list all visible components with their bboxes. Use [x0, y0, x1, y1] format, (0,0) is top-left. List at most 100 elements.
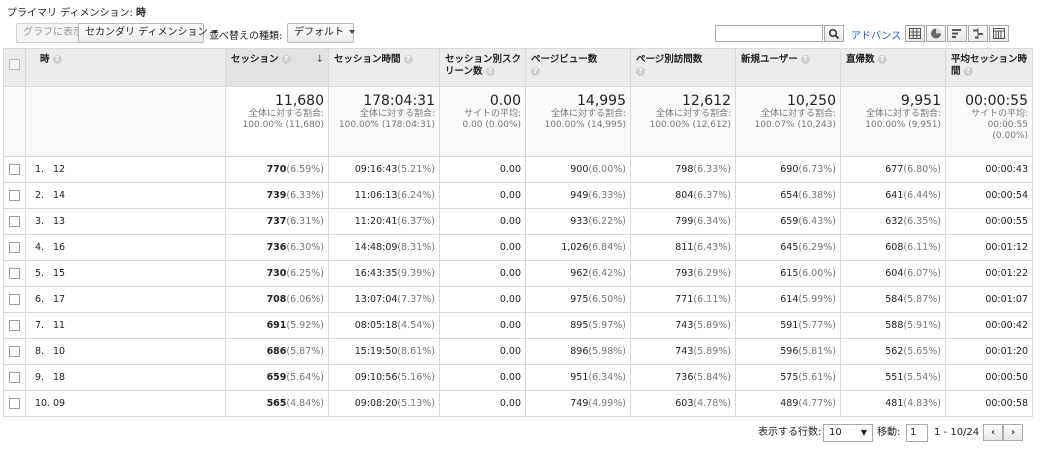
hour-value[interactable]: 15: [53, 268, 65, 279]
search-icon: [828, 28, 840, 40]
help-icon[interactable]: ?: [485, 67, 495, 76]
column-header-unique-pageviews[interactable]: ページ別訪問数?: [630, 48, 736, 87]
hour-value[interactable]: 18: [53, 372, 65, 383]
unique-pageviews-cell: 743(5.89%): [630, 338, 736, 365]
screens-per-session-cell: 0.00: [439, 208, 526, 235]
bounces-cell: 481(4.83%): [840, 390, 946, 417]
row-checkbox[interactable]: [9, 398, 20, 409]
help-icon[interactable]: ?: [281, 55, 291, 64]
row-checkbox[interactable]: [9, 372, 20, 383]
hour-cell: 3. 13: [25, 208, 226, 235]
table-row[interactable]: 5. 15 730(6.25%) 16:43:35(9.39%) 0.00 962(6.4…: [3, 260, 1033, 287]
table-row[interactable]: 1. 12 770(6.59%) 09:16:43(5.21%) 0.00 900(6.0…: [3, 156, 1033, 183]
table-row[interactable]: 3. 13 737(6.31%) 11:20:41(6.37%) 0.00 933(6.2…: [3, 208, 1033, 235]
total-value: 178:04:31: [363, 93, 435, 109]
secondary-dimension-dropdown[interactable]: セカンダリ ディメンション: [78, 23, 219, 43]
session-duration-cell: 08:05:18(4.54%): [328, 312, 440, 339]
row-checkbox-cell: [3, 338, 26, 365]
primary-dimension-value[interactable]: 時: [136, 8, 146, 19]
table-row[interactable]: 9. 18 659(5.64%) 09:10:56(5.16%) 0.00 951(6.3…: [3, 364, 1033, 391]
table-row[interactable]: 7. 11 691(5.92%) 08:05:18(4.54%) 0.00 895(5.9…: [3, 312, 1033, 339]
goto-page-input[interactable]: 1: [906, 424, 928, 442]
pivot-view-button[interactable]: [989, 25, 1009, 42]
total-detail: 100.00% (11,680): [242, 120, 324, 130]
pie-chart-icon: [931, 28, 941, 39]
table-row[interactable]: 8. 10 686(5.87%) 15:19:50(8.61%) 0.00 896(5.9…: [3, 338, 1033, 365]
hour-value[interactable]: 12: [53, 164, 65, 175]
table-search-input[interactable]: [715, 25, 823, 42]
row-checkbox[interactable]: [9, 190, 20, 201]
column-header-screens-per-session[interactable]: セッション別スクリーン数?: [439, 48, 526, 87]
unique-pageviews-percent: (6.34%): [693, 216, 731, 227]
pageviews-percent: (4.99%): [588, 398, 626, 409]
row-index: 5.: [35, 268, 45, 279]
select-all-header: [3, 48, 26, 87]
table-row[interactable]: 4. 16 736(6.30%) 14:48:09(8.31%) 0.00 1,026(6…: [3, 234, 1033, 261]
row-checkbox[interactable]: [9, 216, 20, 227]
hour-value[interactable]: 10: [53, 346, 65, 357]
column-header-bounces[interactable]: 直帰数?: [840, 48, 946, 87]
performance-view-button[interactable]: [947, 25, 967, 42]
bounces-percent: (6.80%): [903, 164, 941, 175]
unique-pageviews-percent: (6.43%): [693, 242, 731, 253]
session-duration-cell: 11:20:41(6.37%): [328, 208, 440, 235]
search-button[interactable]: [824, 25, 844, 42]
pie-view-button[interactable]: [926, 25, 946, 42]
advanced-filter-link[interactable]: アドバンス: [851, 27, 901, 42]
help-icon[interactable]: ?: [963, 67, 973, 76]
table-view-button[interactable]: [905, 25, 925, 42]
unique-pageviews-value: 811: [675, 242, 694, 253]
session-duration-percent: (8.61%): [397, 346, 435, 357]
column-header-new-users[interactable]: 新規ユーザー?: [735, 48, 841, 87]
column-header-sessions[interactable]: セッション? ↓: [225, 48, 329, 87]
bounces-value: 608: [885, 242, 904, 253]
column-label: ページ別訪問数: [636, 54, 703, 65]
sort-type-dropdown[interactable]: デフォルト: [287, 23, 355, 43]
row-checkbox[interactable]: [9, 346, 20, 357]
hour-value[interactable]: 14: [53, 190, 65, 201]
pageviews-value: 933: [570, 216, 589, 227]
help-icon[interactable]: ?: [800, 55, 810, 64]
total-value: 12,612: [682, 93, 731, 109]
hour-value[interactable]: 11: [53, 320, 65, 331]
unique-pageviews-value: 798: [675, 164, 694, 175]
pageviews-cell: 1,026(6.84%): [525, 234, 631, 261]
new-users-cell: 645(6.29%): [735, 234, 841, 261]
hour-value[interactable]: 13: [53, 216, 65, 227]
row-checkbox[interactable]: [9, 242, 20, 253]
row-checkbox-cell: [3, 156, 26, 183]
hour-value[interactable]: 17: [53, 294, 65, 305]
screens-per-session-cell: 0.00: [439, 312, 526, 339]
previous-page-button[interactable]: ‹: [983, 424, 1003, 441]
column-header-avg-session-duration[interactable]: 平均セッション時間?: [945, 48, 1033, 87]
row-checkbox[interactable]: [9, 320, 20, 331]
bounces-percent: (5.91%): [903, 320, 941, 331]
bounces-cell: 584(5.87%): [840, 286, 946, 313]
help-icon[interactable]: ?: [403, 55, 413, 64]
row-checkbox[interactable]: [9, 294, 20, 305]
help-icon[interactable]: ?: [636, 67, 645, 76]
row-checkbox[interactable]: [9, 268, 20, 279]
help-icon[interactable]: ?: [52, 55, 62, 64]
row-checkbox[interactable]: [9, 164, 20, 175]
sessions-value: 770: [266, 164, 287, 175]
column-header-hour[interactable]: 時?: [25, 48, 226, 87]
new-users-cell: 690(6.73%): [735, 156, 841, 183]
screens-per-session-cell: 0.00: [439, 364, 526, 391]
hour-value[interactable]: 09: [53, 398, 65, 409]
table-row[interactable]: 2. 14 739(6.33%) 11:06:13(6.24%) 0.00 949(6.3…: [3, 182, 1033, 209]
new-users-percent: (6.73%): [798, 164, 836, 175]
table-row[interactable]: 6. 17 708(6.06%) 13:07:04(7.37%) 0.00 975(6.5…: [3, 286, 1033, 313]
column-label: セッション時間: [334, 54, 401, 65]
hour-value[interactable]: 16: [53, 242, 65, 253]
select-all-checkbox[interactable]: [9, 59, 20, 70]
next-page-button[interactable]: ›: [1003, 424, 1023, 441]
rows-per-page-select[interactable]: 10 ▼: [823, 424, 873, 442]
help-icon[interactable]: ?: [531, 67, 540, 76]
help-icon[interactable]: ?: [877, 55, 887, 64]
row-index: 2.: [35, 190, 45, 201]
column-header-pageviews[interactable]: ページビュー数?: [525, 48, 631, 87]
comparison-view-button[interactable]: [968, 25, 988, 42]
table-row[interactable]: 10. 09 565(4.84%) 09:08:20(5.13%) 0.00 749(4.…: [3, 390, 1033, 417]
column-header-session-duration[interactable]: セッション時間?: [328, 48, 440, 87]
